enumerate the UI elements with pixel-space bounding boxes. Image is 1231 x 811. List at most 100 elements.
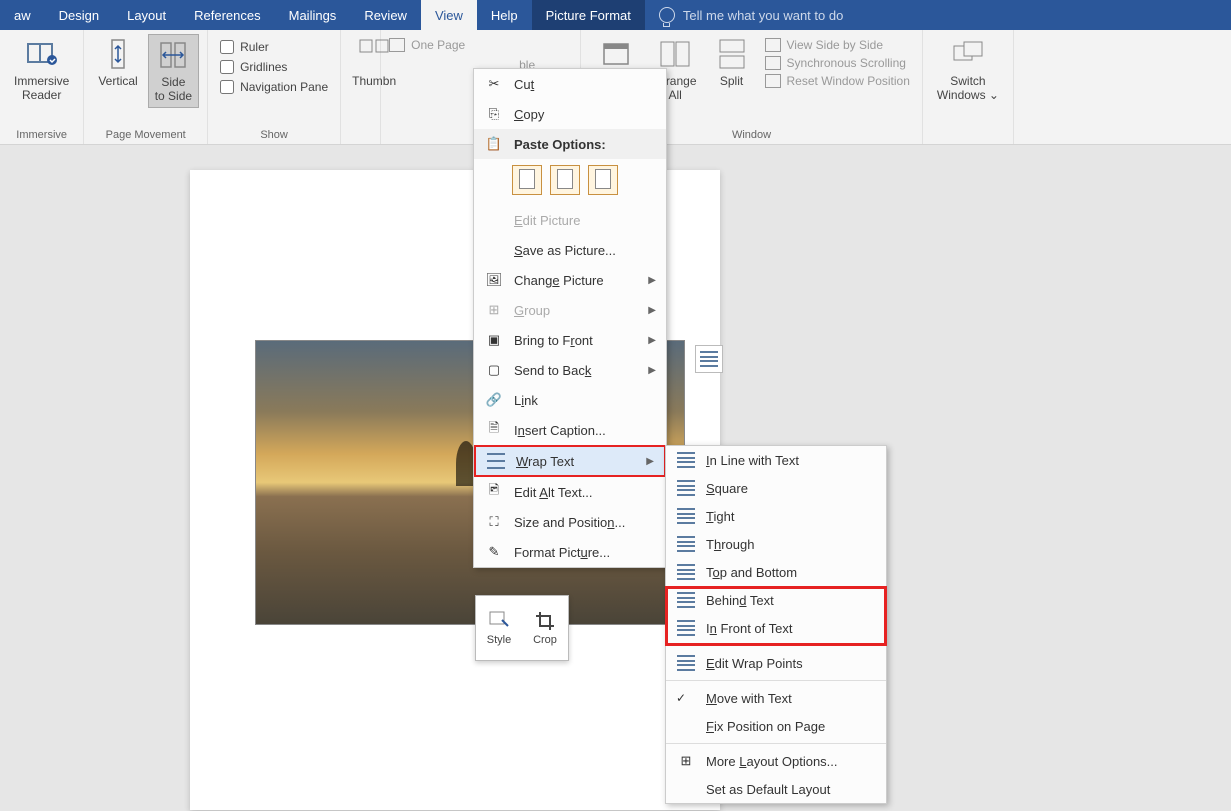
wrap-inline[interactable]: In Line with Text [666,446,886,474]
behind-icon [677,592,695,608]
nav-pane-checkbox[interactable]: Navigation Pane [220,80,328,94]
separator [666,645,886,646]
ctx-change-picture[interactable]: 🖼Change Picture▶ [474,265,666,295]
more-options-icon: ⊞ [674,753,698,769]
tab-design[interactable]: Design [45,0,113,30]
copy-icon: ⎘ [482,106,506,122]
mini-toolbar: Style Crop [475,595,569,661]
style-icon [488,610,510,630]
vertical-icon [102,38,134,70]
ctx-copy[interactable]: ⎘Copy [474,99,666,129]
picture-context-menu: ✂Cut ⎘Copy 📋Paste Options: Edit Picture … [473,68,667,568]
group-thumbnails: Thumbn [341,30,381,144]
ctx-save-as-picture[interactable]: Save as Picture... [474,235,666,265]
wrap-text-icon [484,453,508,469]
tab-help[interactable]: Help [477,0,532,30]
through-icon [677,536,695,552]
view-side-by-side-button: View Side by Side [765,38,910,52]
side-to-side-icon [157,39,189,71]
group-show: Ruler Gridlines Navigation Pane Show [208,30,341,144]
edit-points-icon [677,655,695,671]
sync-scroll-icon [765,56,781,70]
link-icon: 🔗 [482,392,506,408]
scissors-icon: ✂ [482,76,506,92]
sync-scrolling-button: Synchronous Scrolling [765,56,910,70]
wrap-move-with-text[interactable]: ✓Move with Text [666,684,886,712]
ctx-link[interactable]: 🔗Link [474,385,666,415]
tell-me-search[interactable]: Tell me what you want to do [645,7,857,23]
crop-button[interactable]: Crop [522,596,568,660]
ctx-cut[interactable]: ✂Cut [474,69,666,99]
switch-windows-button[interactable]: Switch Windows ⌄ [931,34,1005,106]
side-to-side-button[interactable]: Side to Side [148,34,199,108]
crop-icon [534,610,556,630]
bring-front-icon: ▣ [482,332,506,348]
format-icon: ✎ [482,544,506,560]
separator [666,743,886,744]
immersive-reader-button[interactable]: Immersive Reader [8,34,75,106]
ctx-edit-alt-text[interactable]: 🖻Edit Alt Text... [474,477,666,507]
wrap-set-default-layout[interactable]: Set as Default Layout [666,775,886,803]
wrap-text-submenu: In Line with Text Square Tight Through T… [665,445,887,804]
wrap-tight[interactable]: Tight [666,502,886,530]
paste-options-row [474,159,666,205]
send-back-icon: ▢ [482,362,506,378]
group-immersive: Immersive Reader Immersive [0,30,84,144]
layout-options-button[interactable] [695,345,723,373]
side-by-side-icon [765,38,781,52]
reset-position-button: Reset Window Position [765,74,910,88]
square-icon [677,480,695,496]
wrap-edit-points[interactable]: Edit Wrap Points [666,649,886,677]
check-icon: ✓ [676,691,686,705]
wrap-more-layout-options[interactable]: ⊞More Layout Options... [666,747,886,775]
ruler-checkbox[interactable]: Ruler [220,40,328,54]
group-switch-windows: Switch Windows ⌄ [923,30,1014,144]
vertical-button[interactable]: Vertical [92,34,143,92]
ctx-edit-picture: Edit Picture [474,205,666,235]
paste-keep-formatting[interactable] [512,165,542,195]
tab-layout[interactable]: Layout [113,0,180,30]
layout-options-icon [700,351,718,367]
clipboard-icon: 📋 [482,136,506,152]
ctx-send-to-back[interactable]: ▢Send to Back▶ [474,355,666,385]
tab-review[interactable]: Review [350,0,421,30]
paste-picture[interactable] [588,165,618,195]
chevron-right-icon: ▶ [648,275,656,286]
tab-references[interactable]: References [180,0,274,30]
ctx-wrap-text[interactable]: Wrap Text▶ [474,445,666,477]
tab-mailings[interactable]: Mailings [275,0,351,30]
gridlines-checkbox[interactable]: Gridlines [220,60,328,74]
wrap-top-bottom[interactable]: Top and Bottom [666,558,886,586]
tab-view[interactable]: View [421,0,477,30]
split-button[interactable]: Split [707,34,757,92]
ctx-format-picture[interactable]: ✎Format Picture... [474,537,666,567]
top-bottom-icon [677,564,695,580]
wrap-fix-position[interactable]: Fix Position on Page [666,712,886,740]
alt-text-icon: 🖻 [482,481,506,503]
ribbon-tabs: aw Design Layout References Mailings Rev… [0,0,1231,30]
split-icon [716,38,748,70]
change-picture-icon: 🖼 [482,272,506,288]
ctx-paste-options-header: 📋Paste Options: [474,129,666,159]
lightbulb-icon [659,7,675,23]
tab-picture-format[interactable]: Picture Format [532,0,645,30]
tab-draw[interactable]: aw [0,0,45,30]
immersive-reader-icon [26,38,58,70]
ctx-insert-caption[interactable]: 🗎Insert Caption... [474,415,666,445]
style-button[interactable]: Style [476,596,522,660]
ctx-bring-to-front[interactable]: ▣Bring to Front▶ [474,325,666,355]
wrap-square[interactable]: Square [666,474,886,502]
group-page-movement: Vertical Side to Side Page Movement [84,30,208,144]
separator [666,680,886,681]
paste-merge[interactable] [550,165,580,195]
caption-icon: 🗎 [482,419,506,441]
reset-pos-icon [765,74,781,88]
wrap-through[interactable]: Through [666,530,886,558]
tight-icon [677,508,695,524]
one-page-icon [389,38,405,52]
wrap-behind-text[interactable]: Behind Text [666,586,886,614]
wrap-in-front-of-text[interactable]: In Front of Text [666,614,886,642]
arrange-all-icon [659,38,691,70]
ctx-size-position[interactable]: ⛶Size and Position... [474,507,666,537]
new-window-icon [600,38,632,70]
